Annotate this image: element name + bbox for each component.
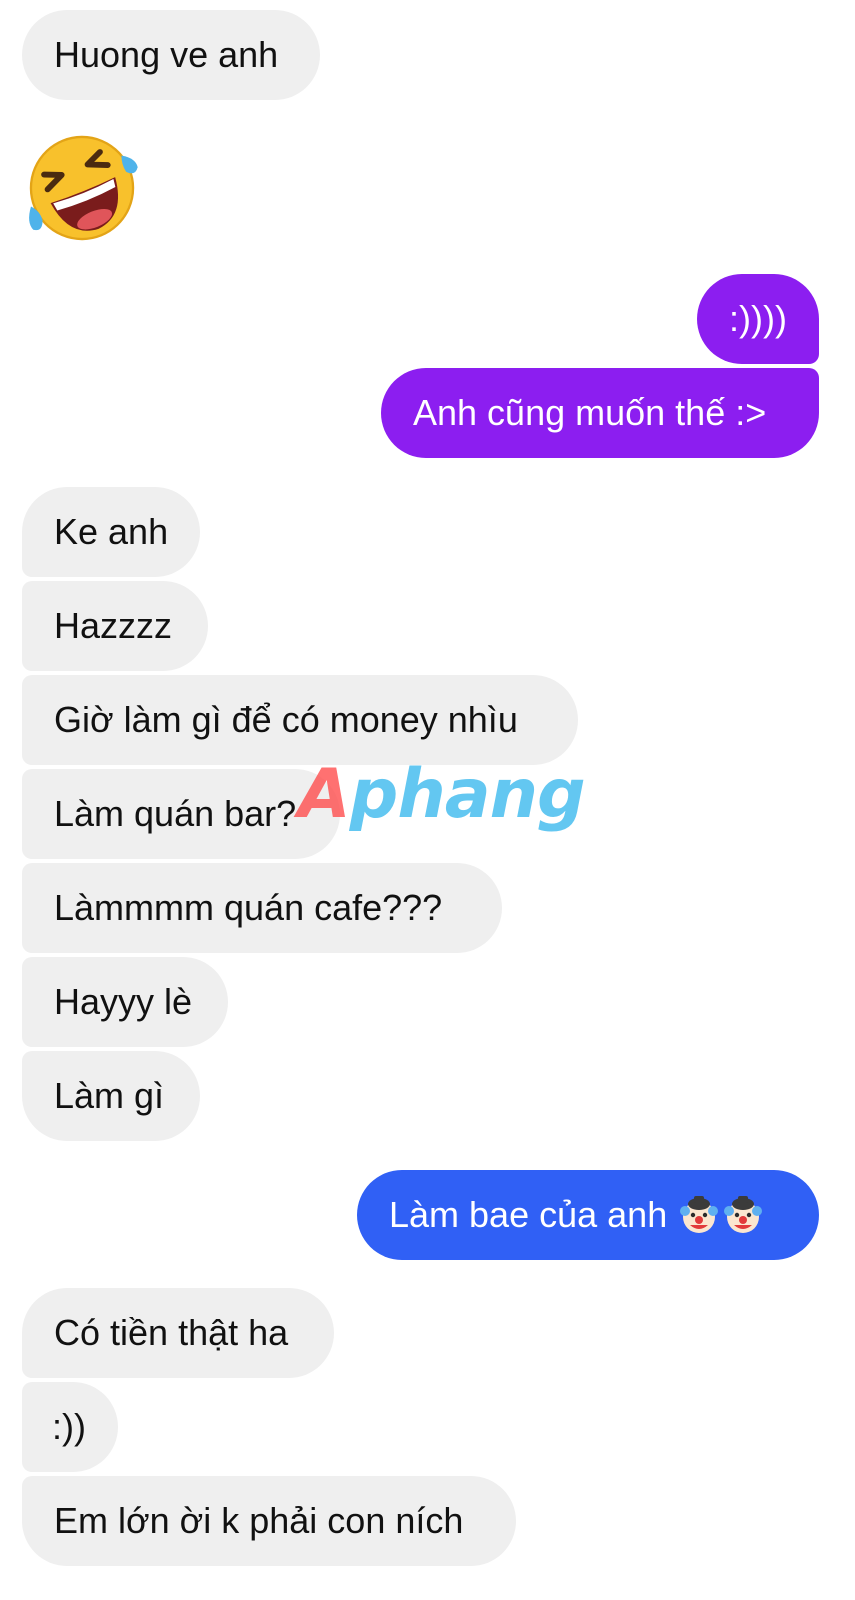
message-text: Giờ làm gì để có money nhìu [54,699,518,740]
outgoing-message-bubble[interactable]: :)))) [697,274,819,364]
incoming-message-bubble[interactable]: Làm gì [22,1051,200,1141]
message-text: Ke anh [54,511,169,552]
incoming-message-bubble[interactable]: Làmmmm quán cafe??? [22,863,502,953]
clown-face-emoji [680,1196,719,1233]
message-text: :)))) [729,298,787,339]
rolling-on-floor-laughing-emoji[interactable] [24,130,140,246]
message-text: Làm gì [54,1075,165,1116]
outgoing-message-bubble[interactable]: Làm bae của anh [357,1170,819,1260]
message-text: Làmmmm quán cafe??? [54,887,443,928]
message-text: Hayyy lè [54,981,193,1022]
message-text: :)) [52,1406,86,1447]
incoming-message-bubble[interactable]: Em lớn ời k phải con ních [22,1476,516,1566]
message-text: Có tiền thật ha [54,1312,289,1353]
clown-face-emoji [724,1196,763,1233]
message-text: Anh cũng muốn thế :> [413,392,767,433]
incoming-message-bubble[interactable]: Huong ve anh [22,10,320,100]
message-text: Em lớn ời k phải con ních [54,1500,464,1541]
incoming-message-bubble[interactable]: Làm quán bar? [22,769,340,859]
incoming-message-bubble[interactable]: Hazzzz [22,581,208,671]
message-text: Huong ve anh [54,34,279,75]
message-text: Làm quán bar? [54,793,297,834]
incoming-message-bubble[interactable]: Ke anh [22,487,200,577]
incoming-message-bubble[interactable]: Có tiền thật ha [22,1288,334,1378]
incoming-message-bubble[interactable]: Hayyy lè [22,957,228,1047]
outgoing-message-bubble[interactable]: Anh cũng muốn thế :> [381,368,819,458]
incoming-message-bubble[interactable]: Giờ làm gì để có money nhìu [22,675,578,765]
message-text: Làm bae của anh [389,1194,668,1235]
aphang-watermark-logo: Aphang [298,755,586,834]
incoming-message-bubble[interactable]: :)) [22,1382,118,1472]
message-text: Hazzzz [54,605,173,646]
